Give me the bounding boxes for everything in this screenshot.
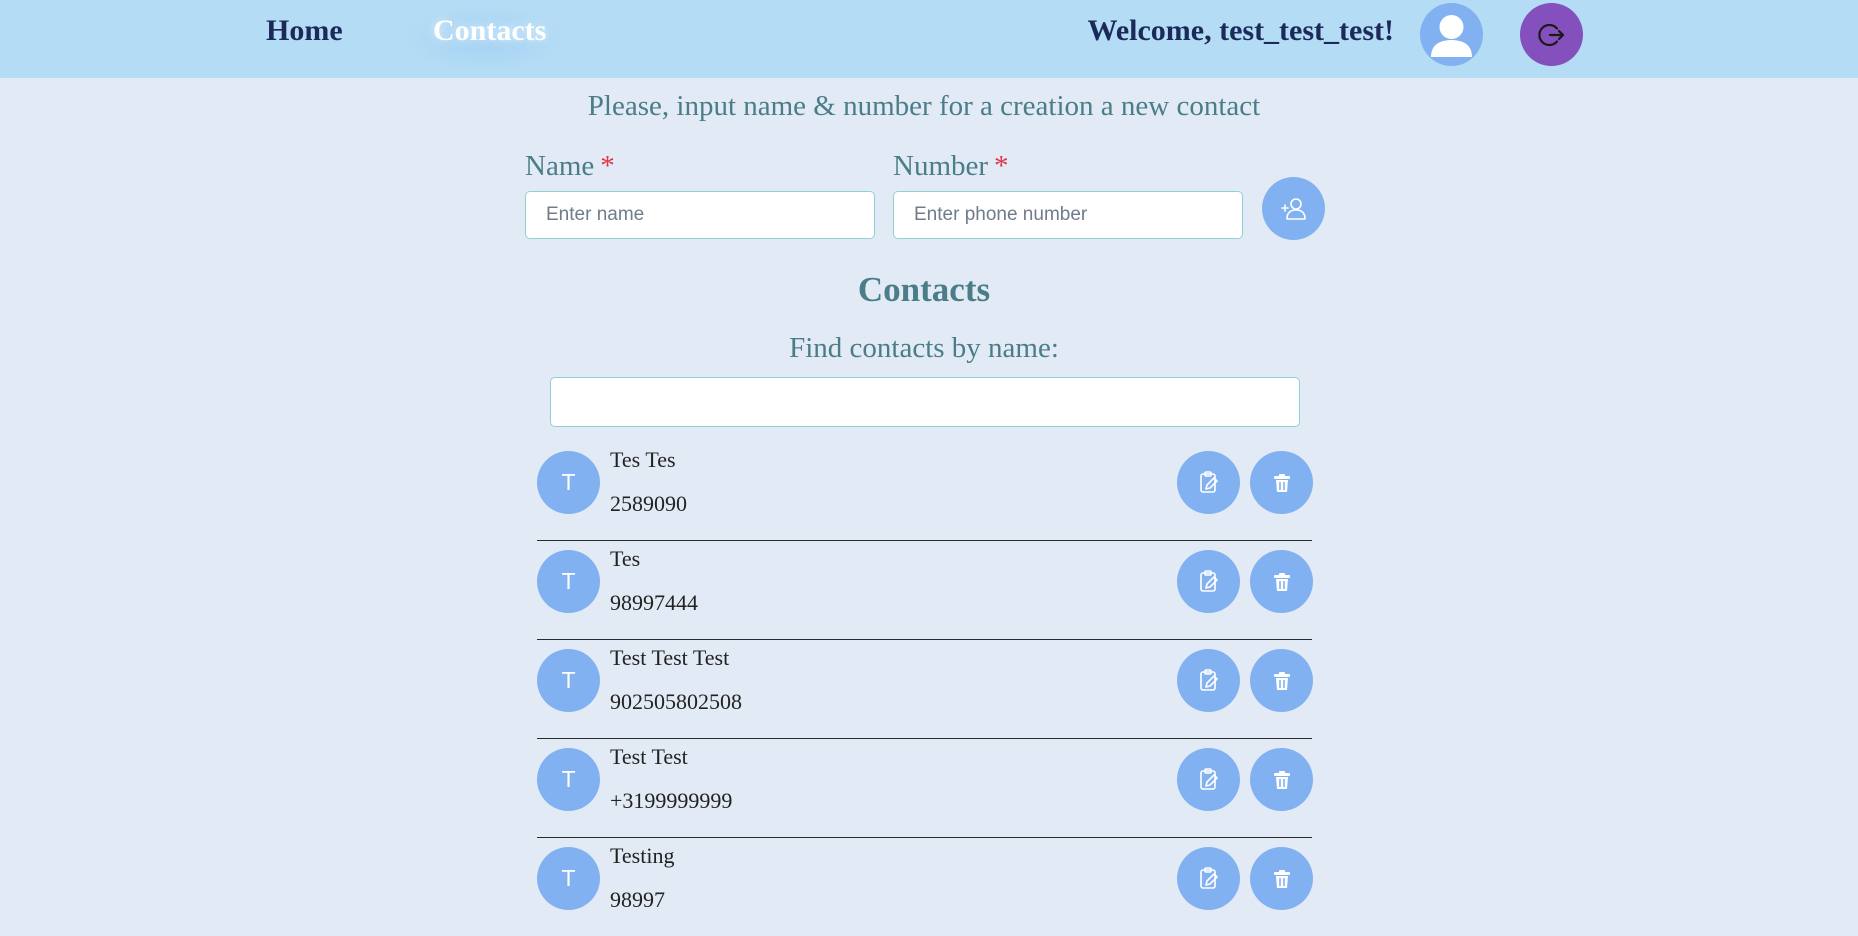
create-contact-prompt: Please, input name & number for a creati… xyxy=(587,90,1261,122)
contact-name: Testing xyxy=(610,843,675,868)
contact-avatar: T xyxy=(537,847,600,910)
trash-icon xyxy=(1273,671,1290,690)
delete-contact-button[interactable] xyxy=(1250,550,1313,613)
number-label: Number * xyxy=(893,150,1009,183)
edit-contact-button[interactable] xyxy=(1177,649,1240,712)
nav-contacts-link[interactable]: Contacts xyxy=(433,14,546,48)
add-user-icon xyxy=(1280,197,1306,220)
contact-list-item: T Tes 98997444 xyxy=(537,541,1313,640)
contact-avatar: T xyxy=(537,649,600,712)
trash-icon xyxy=(1273,869,1290,888)
delete-contact-button[interactable] xyxy=(1250,748,1313,811)
name-label-text: Name xyxy=(525,150,595,182)
welcome-message: Welcome, test_test_test! xyxy=(1087,14,1394,47)
clipboard-edit-icon xyxy=(1199,767,1218,790)
contacts-heading: Contacts xyxy=(857,270,991,309)
logout-icon xyxy=(1537,23,1564,46)
contact-phone: 98997 xyxy=(610,887,665,912)
clipboard-edit-icon xyxy=(1199,569,1218,592)
edit-contact-button[interactable] xyxy=(1177,550,1240,613)
contact-list-item: T Testing 98997 xyxy=(537,838,1313,936)
contact-avatar: T xyxy=(537,748,600,811)
find-contacts-label: Find contacts by name: xyxy=(789,332,1059,364)
contact-list-item: T Tes Tes 2589090 xyxy=(537,442,1313,541)
clipboard-edit-icon xyxy=(1199,866,1218,889)
contact-name: Tes Tes xyxy=(610,447,676,472)
clipboard-edit-icon xyxy=(1199,668,1218,691)
contact-avatar: T xyxy=(537,550,600,613)
contact-phone: 98997444 xyxy=(610,590,698,615)
contact-name: Test Test xyxy=(610,744,688,769)
contact-avatar: T xyxy=(537,451,600,514)
phone-number-input[interactable] xyxy=(893,191,1243,239)
contacts-search-input[interactable] xyxy=(550,377,1300,427)
trash-icon xyxy=(1273,572,1290,591)
top-navbar: Home Contacts Welcome, test_test_test! xyxy=(0,0,1858,78)
contacts-list: T Tes Tes 2589090 T Tes 98997444 T Test … xyxy=(537,442,1313,936)
nav-home-link[interactable]: Home xyxy=(266,14,343,48)
delete-contact-button[interactable] xyxy=(1250,847,1313,910)
user-avatar-button[interactable] xyxy=(1420,3,1483,66)
user-avatar-icon xyxy=(1431,15,1472,57)
add-contact-button[interactable] xyxy=(1262,177,1325,240)
edit-contact-button[interactable] xyxy=(1177,748,1240,811)
name-label: Name * xyxy=(525,150,615,183)
edit-contact-button[interactable] xyxy=(1177,847,1240,910)
contact-phone: 902505802508 xyxy=(610,689,742,714)
contact-list-item: T Test Test +3199999999 xyxy=(537,739,1313,838)
required-mark: * xyxy=(994,150,1009,182)
clipboard-edit-icon xyxy=(1199,470,1218,493)
contact-name: Tes xyxy=(610,546,641,571)
required-mark: * xyxy=(600,150,615,182)
contact-list-item: T Test Test Test 902505802508 xyxy=(537,640,1313,739)
logout-button[interactable] xyxy=(1520,3,1583,66)
contact-name: Test Test Test xyxy=(610,645,730,670)
trash-icon xyxy=(1273,770,1290,789)
trash-icon xyxy=(1273,473,1290,492)
edit-contact-button[interactable] xyxy=(1177,451,1240,514)
contact-phone: +3199999999 xyxy=(610,788,733,813)
name-input[interactable] xyxy=(525,191,875,239)
delete-contact-button[interactable] xyxy=(1250,649,1313,712)
number-label-text: Number xyxy=(893,150,989,182)
contact-phone: 2589090 xyxy=(610,491,687,516)
delete-contact-button[interactable] xyxy=(1250,451,1313,514)
